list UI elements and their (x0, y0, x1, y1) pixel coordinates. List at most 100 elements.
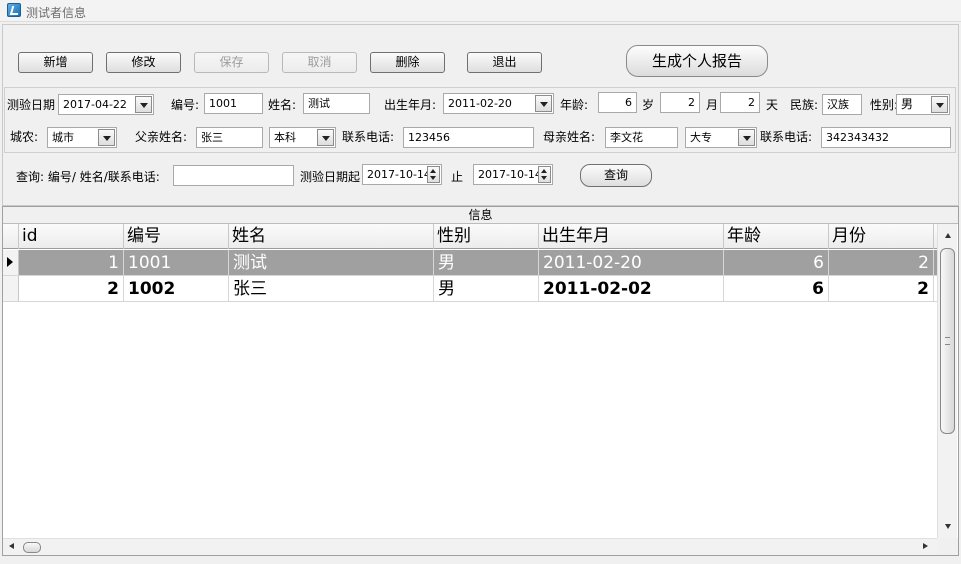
cell-id: 2 (19, 276, 124, 301)
cell-birth: 2011-02-20 (539, 250, 724, 275)
query-label: 查询: 编号/ 姓名/联系电话: (16, 170, 160, 184)
chevron-down-icon[interactable] (535, 95, 552, 112)
area-label: 城农: (10, 130, 39, 144)
vertical-scroll-thumb[interactable] (940, 248, 955, 434)
age-years-input[interactable]: 6 (598, 92, 637, 113)
window-title: 测试者信息 (26, 6, 87, 20)
horizontal-scroll-thumb[interactable] (23, 542, 41, 553)
birth-date-picker[interactable]: 2011-02-20 (443, 93, 554, 114)
cell-birth: 2011-02-02 (539, 276, 724, 301)
test-date-picker[interactable]: 2017-04-22 (58, 94, 154, 115)
father-education-value: 本科 (274, 131, 296, 144)
horizontal-scrollbar[interactable] (3, 538, 937, 555)
column-header-birth[interactable]: 出生年月 (539, 224, 724, 249)
cell-gender: 男 (434, 276, 539, 301)
date-to-value: 2017-10-14 (478, 168, 542, 181)
number-input[interactable]: 1001 (204, 93, 263, 114)
mother-education-select[interactable]: 大专 (685, 127, 757, 148)
delete-button[interactable]: 删除 (370, 52, 445, 73)
birth-date-value: 2011-02-20 (448, 97, 512, 110)
generate-report-button[interactable]: 生成个人报告 (626, 45, 768, 77)
chevron-down-icon[interactable] (738, 129, 755, 146)
spinner-icon[interactable] (427, 166, 440, 183)
scroll-left-icon[interactable] (5, 540, 21, 554)
date-from-picker[interactable]: 2017-10-14 (362, 164, 442, 185)
cell-id: 1 (19, 250, 124, 275)
ethnic-label: 民族: (790, 98, 819, 112)
cell-gender: 男 (434, 250, 539, 275)
father-name-input[interactable]: 张三 (196, 127, 263, 148)
grid-header: id 编号 姓名 性别 出生年月 年龄 月份 (3, 224, 937, 249)
info-grid: 信息 id 编号 姓名 性别 出生年月 年龄 月份 1 1001 测试 男 20… (2, 206, 959, 556)
test-date-value: 2017-04-22 (63, 98, 127, 111)
column-header-gender[interactable]: 性别 (434, 224, 539, 249)
exit-button[interactable]: 退出 (467, 52, 542, 73)
column-header-month[interactable]: 月份 (829, 224, 934, 249)
column-header-age[interactable]: 年龄 (724, 224, 829, 249)
age-months-input[interactable]: 2 (660, 92, 700, 113)
area-select[interactable]: 城市 (47, 127, 117, 148)
new-button[interactable]: 新增 (18, 52, 93, 73)
father-education-select[interactable]: 本科 (269, 127, 336, 148)
father-name-label: 父亲姓名: (135, 130, 188, 144)
ethnic-input[interactable]: 汉族 (822, 94, 862, 115)
cancel-button[interactable]: 取消 (282, 52, 357, 73)
spinner-icon[interactable] (538, 166, 551, 183)
father-phone-input[interactable]: 123456 (403, 127, 534, 148)
months-unit-label: 月 (706, 98, 719, 112)
save-button[interactable]: 保存 (194, 52, 269, 73)
scroll-up-icon[interactable] (940, 229, 956, 243)
table-row[interactable]: 1 1001 测试 男 2011-02-20 6 2 (3, 250, 937, 276)
test-date-label: 测验日期 (7, 98, 56, 112)
gender-select[interactable]: 男 (896, 94, 950, 115)
date-to-label: 止 (451, 170, 464, 184)
date-from-value: 2017-10-14 (367, 168, 431, 181)
title-bar: 测试者信息 (0, 0, 961, 22)
mother-phone-label: 联系电话: (760, 130, 813, 144)
chevron-down-icon[interactable] (931, 96, 948, 113)
mother-name-input[interactable]: 李文花 (605, 127, 678, 148)
cell-age: 6 (724, 276, 829, 301)
row-header (3, 276, 19, 301)
age-days-input[interactable]: 2 (720, 92, 760, 113)
cell-name: 张三 (229, 276, 434, 301)
search-button[interactable]: 查询 (580, 164, 652, 187)
father-phone-label: 联系电话: (342, 130, 395, 144)
gender-value: 男 (901, 97, 914, 111)
cell-number: 1002 (124, 276, 229, 301)
mother-phone-input[interactable]: 342343432 (821, 127, 951, 148)
scrollbar-corner (937, 538, 958, 555)
cell-number: 1001 (124, 250, 229, 275)
date-to-picker[interactable]: 2017-10-14 (473, 164, 553, 185)
age-label: 年龄: (560, 98, 589, 112)
column-header-name[interactable]: 姓名 (229, 224, 434, 249)
number-label: 编号: (171, 98, 200, 112)
name-input[interactable]: 测试 (303, 93, 370, 114)
gender-label: 性别: (870, 98, 899, 112)
mother-education-value: 大专 (690, 131, 712, 144)
date-from-label: 测验日期起 (300, 170, 361, 184)
cell-age: 6 (724, 250, 829, 275)
table-row[interactable]: 2 1002 张三 男 2011-02-02 6 2 (3, 276, 937, 302)
chevron-down-icon[interactable] (317, 129, 334, 146)
column-header-id[interactable]: id (19, 224, 124, 249)
cell-month: 2 (829, 276, 934, 301)
chevron-down-icon[interactable] (135, 96, 152, 113)
cell-name: 测试 (229, 250, 434, 275)
row-header-corner (3, 224, 19, 249)
column-header-number[interactable]: 编号 (124, 224, 229, 249)
birth-label: 出生年月: (384, 98, 437, 112)
days-unit-label: 天 (766, 98, 779, 112)
years-unit-label: 岁 (642, 98, 655, 112)
area-value: 城市 (52, 131, 74, 144)
scroll-down-icon[interactable] (940, 520, 956, 534)
grid-caption: 信息 (3, 207, 958, 224)
mother-name-label: 母亲姓名: (543, 130, 596, 144)
search-input[interactable] (173, 165, 294, 186)
edit-button[interactable]: 修改 (106, 52, 181, 73)
chevron-down-icon[interactable] (98, 129, 115, 146)
app-icon (7, 3, 21, 17)
scroll-right-icon[interactable] (917, 540, 933, 554)
vertical-scrollbar[interactable] (937, 224, 957, 538)
current-row-indicator-icon (3, 250, 19, 275)
